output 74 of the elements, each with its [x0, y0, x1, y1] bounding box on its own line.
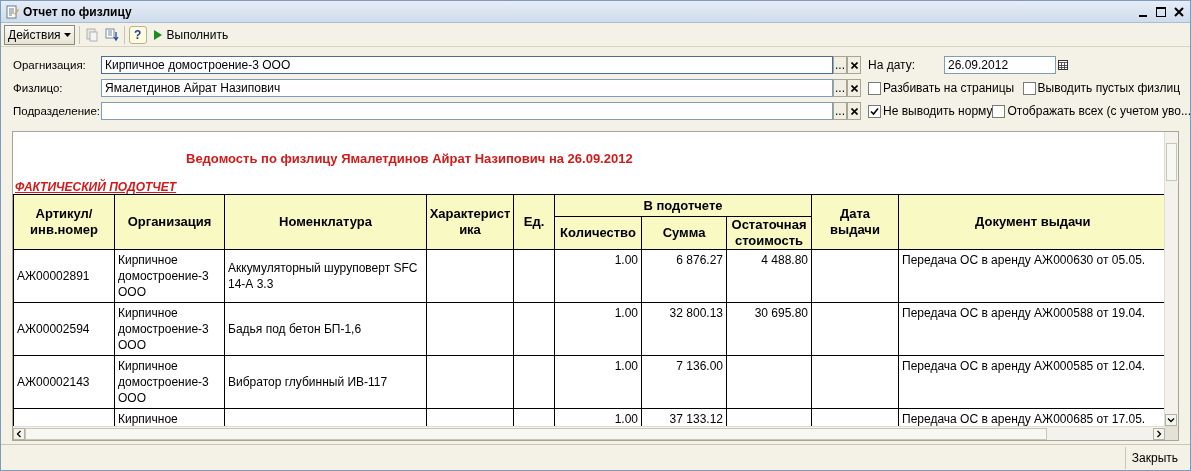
clear-button[interactable] [847, 56, 861, 74]
column-header: Количество [554, 216, 642, 250]
check-icon [870, 106, 879, 116]
clear-button[interactable] [847, 79, 861, 97]
table-cell: 30 695.80 [726, 302, 812, 356]
checkbox-label: Выводить пустых физлиц [1037, 81, 1180, 95]
vertical-scrollbar[interactable] [1164, 132, 1178, 426]
table-cell: Вибратор глубинный ИВ-117 [224, 355, 427, 409]
clear-icon [850, 84, 858, 92]
column-header: В подотчете [554, 194, 812, 217]
scroll-down-icon[interactable] [1165, 414, 1177, 426]
checkbox-label: Разбивать на страницы [883, 81, 1015, 95]
choose-button[interactable]: ... [833, 56, 847, 74]
table-cell: Кирпичное домостроение-3 ООО [114, 302, 225, 356]
column-header: Артикул/ инв.номер [13, 194, 115, 250]
clear-icon [850, 61, 858, 69]
column-header: Сумма [641, 216, 727, 250]
checkbox[interactable] [868, 104, 881, 118]
input-field[interactable]: Ямалетдинов Айрат Назипович [101, 79, 833, 97]
section-title: ФАКТИЧЕСКИЙ ПОДОТЧЕТ [14, 178, 178, 194]
document-icon [5, 4, 19, 19]
window-title: Отчет по физлицу [23, 4, 133, 19]
input-field[interactable]: Кирпичное домостроение-3 ООО [101, 56, 833, 74]
checkbox-label: Отображать всех (с учетом уво... [1007, 104, 1190, 118]
scroll-thumb[interactable] [1166, 143, 1177, 181]
field-label: Физлицо: [13, 82, 64, 94]
table-cell: 1.00 [554, 302, 642, 356]
column-header: Номенклатура [224, 194, 427, 250]
clear-button[interactable] [847, 102, 861, 120]
scrollbar-corner [1165, 427, 1178, 440]
help-button[interactable]: ? [128, 25, 147, 44]
checkbox[interactable] [1022, 81, 1036, 95]
scroll-thumb[interactable] [25, 427, 1047, 440]
table-cell: 4 488.80 [726, 249, 812, 303]
table-cell: 1.00 [554, 355, 642, 409]
close-button[interactable]: Закрыть [1124, 446, 1184, 469]
actions-menu-button[interactable]: Действия [4, 24, 75, 45]
close-icon[interactable] [1172, 4, 1186, 19]
table-cell: 1.00 [554, 249, 642, 303]
column-header: Характеристика [426, 194, 514, 250]
checkbox-label: Не выводить норму [883, 104, 993, 118]
scroll-right-icon[interactable] [1153, 427, 1165, 440]
table-cell: АЖ00002143 [13, 355, 115, 409]
column-header: Организация [114, 194, 225, 250]
choose-button[interactable]: ... [833, 79, 847, 97]
date-field[interactable]: 26.09.2012 [944, 56, 1056, 74]
report-title: Ведомость по физлицу Ямалетдинов Айрат Назипович на 26.09.2012 [185, 150, 634, 168]
column-header: Остаточная стоимость [726, 216, 812, 250]
table-cell: АЖ00002594 [13, 302, 115, 356]
column-header: Документ выдачи [898, 194, 1164, 250]
caret-icon [63, 32, 71, 37]
field-label: Подразделение: [13, 105, 101, 117]
choose-button[interactable]: ... [833, 102, 847, 120]
checkbox[interactable] [992, 104, 1006, 118]
table-cell: АЖ00002891 [13, 249, 115, 303]
column-header: Ед. [513, 194, 555, 250]
table-cell: 6 876.27 [641, 249, 727, 303]
list-arrow-icon[interactable] [103, 26, 120, 43]
column-header: Дата выдачи [811, 194, 899, 250]
checkbox[interactable] [868, 81, 881, 95]
horizontal-scrollbar[interactable] [13, 426, 1178, 440]
table-cell: Кирпичное домостроение-3 ООО [114, 249, 225, 303]
field-label: Орагнизация: [13, 59, 87, 71]
date-label: На дату: [868, 58, 917, 72]
scroll-left-icon[interactable] [13, 427, 25, 440]
clear-icon [850, 107, 858, 115]
table-cell: 7 136.00 [641, 355, 727, 409]
table-cell: 32 800.13 [641, 302, 727, 356]
table-cell: Бадья под бетон БП-1,6 [224, 302, 427, 356]
run-button[interactable]: Выполнить [150, 27, 232, 42]
play-icon [153, 29, 162, 40]
input-field[interactable] [101, 102, 833, 120]
table-cell: Аккумуляторный шуруповерт SFC 14-А 3.3 [224, 249, 427, 303]
table-cell: Кирпичное домостроение-3 ООО [114, 355, 225, 409]
